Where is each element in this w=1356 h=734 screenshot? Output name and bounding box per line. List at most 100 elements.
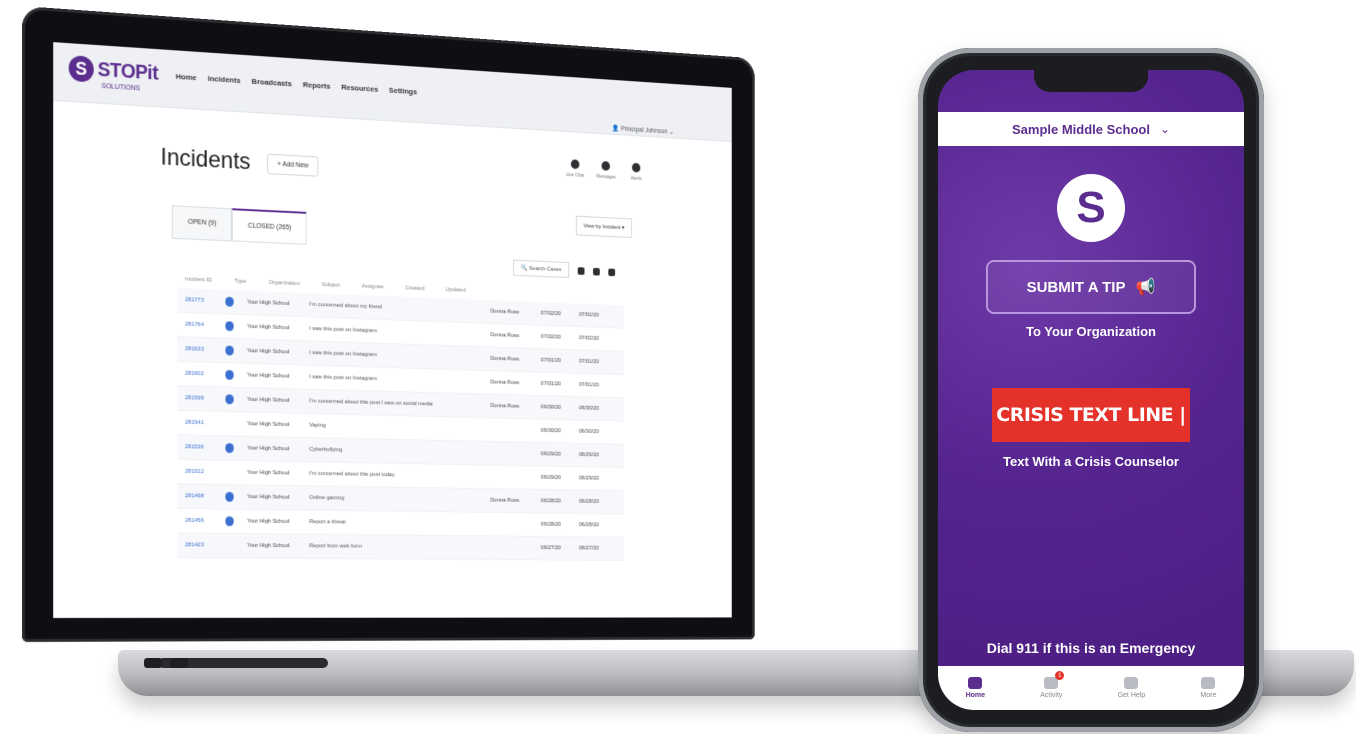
incident-id[interactable]: 281423 <box>185 542 225 548</box>
incident-assignee <box>490 430 540 431</box>
incident-id[interactable]: 281764 <box>185 322 225 329</box>
incident-created: 07/01/20 <box>541 381 579 388</box>
incident-type-icon <box>225 516 234 526</box>
nav-activity-tab[interactable]: 1 Activity <box>1040 677 1062 699</box>
incident-id[interactable]: 281596 <box>185 395 225 402</box>
help-icon <box>1124 677 1138 689</box>
incident-subject: I'm concerned about this post today <box>309 471 490 480</box>
incident-updated: 06/28/20 <box>579 522 617 528</box>
incident-type-icon <box>225 492 234 502</box>
nav-home-tab[interactable]: Home <box>966 677 985 699</box>
incident-org: Your High School <box>247 494 309 501</box>
incident-updated: 06/27/20 <box>579 546 617 552</box>
school-selector[interactable]: Sample Middle School ⌄ <box>938 112 1244 146</box>
incident-subject: Report from web form <box>309 543 490 550</box>
laptop-lid: S STOPit SOLUTIONS Home Incidents Broadc… <box>22 6 819 652</box>
search-placeholder: Search Cases <box>529 266 561 273</box>
brand-name: STOPit <box>98 58 158 85</box>
nav-incidents[interactable]: Incidents <box>208 74 241 85</box>
nav-settings[interactable]: Settings <box>389 86 417 96</box>
search-input[interactable]: 🔍 Search Cases <box>513 260 569 278</box>
nav-reports[interactable]: Reports <box>303 80 331 90</box>
stopit-logo[interactable]: S STOPit SOLUTIONS <box>69 55 158 86</box>
incident-id[interactable]: 281773 <box>185 297 225 304</box>
incident-updated: 07/01/20 <box>579 359 617 366</box>
bottom-nav: Home 1 Activity Get Help More <box>938 666 1244 710</box>
messages-icon[interactable]: Messages <box>602 161 610 171</box>
incident-id[interactable]: 281536 <box>185 444 225 451</box>
nav-home[interactable]: Home <box>176 72 197 82</box>
tab-closed[interactable]: CLOSED (265) <box>232 208 307 245</box>
nav-resources[interactable]: Resources <box>341 83 378 94</box>
activity-icon: 1 <box>1044 677 1058 689</box>
chat-icon-label: Live Chat <box>566 172 585 179</box>
nav-activity-label: Activity <box>1040 692 1062 699</box>
col-created[interactable]: Created <box>405 285 424 291</box>
incident-id[interactable]: 281456 <box>185 518 225 524</box>
table-toolbar: 🔍 Search Cases <box>513 260 615 280</box>
more-icon <box>1201 677 1215 689</box>
incident-created: 06/28/20 <box>541 498 579 504</box>
col-updated[interactable]: Updated <box>446 287 466 293</box>
incident-created: 06/30/20 <box>541 428 579 434</box>
nav-more-label: More <box>1200 692 1216 699</box>
filter-select[interactable]: View by Incident ▾ <box>576 216 632 238</box>
page-title: Incidents <box>161 144 251 176</box>
submit-tip-label: SUBMIT A TIP <box>1027 279 1126 296</box>
export-icon[interactable] <box>608 268 615 276</box>
nav-broadcasts[interactable]: Broadcasts <box>252 77 292 88</box>
add-incident-button[interactable]: + Add New <box>267 153 318 176</box>
bell-icon[interactable]: Alerts <box>632 163 640 173</box>
filter-value: View by Incident <box>583 224 620 231</box>
nav-get-help-label: Get Help <box>1118 692 1146 699</box>
col-type[interactable]: Type <box>234 279 246 285</box>
incident-created: 07/02/20 <box>541 334 579 341</box>
incident-created: 06/27/20 <box>541 545 579 551</box>
incident-subject: I saw this post on Instagram <box>309 326 490 338</box>
messages-icon-label: Messages <box>596 174 615 181</box>
home-icon <box>968 677 982 689</box>
brand-subtitle: SOLUTIONS <box>101 83 140 92</box>
laptop-bezel: S STOPit SOLUTIONS Home Incidents Broadc… <box>22 6 755 642</box>
col-assignee[interactable]: Assignee <box>362 284 384 291</box>
incident-org: Your High School <box>247 348 309 356</box>
incident-updated: 06/28/20 <box>579 499 617 505</box>
incident-type-icon <box>225 346 234 356</box>
megaphone-icon: 📢 <box>1135 277 1155 297</box>
incident-id[interactable]: 281498 <box>185 493 225 499</box>
incident-id[interactable]: 281633 <box>185 346 225 353</box>
nav-get-help-tab[interactable]: Get Help <box>1118 677 1146 699</box>
incident-subject: Online gaming <box>309 495 490 503</box>
col-organization[interactable]: Organization <box>269 280 300 287</box>
emergency-note: Dial 911 if this is an Emergency <box>938 640 1244 656</box>
table-row[interactable]: 281423 Your High School Report from web fo… <box>178 533 624 560</box>
submit-tip-button[interactable]: SUBMIT A TIP 📢 <box>986 260 1196 314</box>
incident-id[interactable]: 281541 <box>185 420 225 427</box>
stopit-app-logo: S <box>1057 174 1125 242</box>
nav-more-tab[interactable]: More <box>1200 677 1216 699</box>
chevron-down-icon: ⌄ <box>1160 122 1170 136</box>
incident-subject: Cyberbullying <box>309 447 490 456</box>
tab-open[interactable]: OPEN (9) <box>172 205 232 241</box>
incident-id[interactable]: 281512 <box>185 469 225 476</box>
incident-assignee: Donna Ross <box>490 403 540 410</box>
incident-org: Your High School <box>247 324 309 332</box>
incident-subject: I'm concerned about my friend <box>309 302 490 315</box>
incident-assignee: Donna Ross <box>490 309 540 317</box>
table-body: 281773 Your High School I'm concerned abou… <box>178 288 624 561</box>
col-id[interactable]: Incident ID <box>185 277 212 284</box>
settings-icon[interactable] <box>593 267 600 275</box>
incident-updated: 06/30/20 <box>579 405 617 412</box>
incident-id[interactable]: 281602 <box>185 371 225 378</box>
nav-home-label: Home <box>966 692 985 699</box>
chat-icon[interactable]: Live Chat <box>571 159 580 169</box>
incident-org: Your High School <box>247 543 309 549</box>
col-subject[interactable]: Subject <box>322 282 340 289</box>
incident-created: 06/28/20 <box>541 522 579 528</box>
incident-assignee <box>490 524 540 525</box>
incident-subject: Report a threat <box>309 519 490 527</box>
incident-org: Your High School <box>247 397 309 404</box>
filter-icon[interactable] <box>578 267 585 275</box>
crisis-text-line-button[interactable]: CRISIS TEXT LINE | <box>992 388 1190 442</box>
usb-port <box>170 658 188 668</box>
